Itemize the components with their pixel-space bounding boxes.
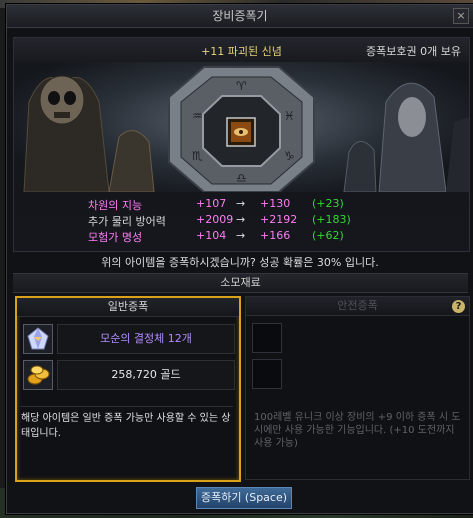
safe-amplify-description: 100레벨 유니크 이상 장비의 +9 이하 증폭 시 도 시에만 사용 가능한… xyxy=(254,412,461,449)
stat-row: 모험가 명성 +104 → +166 (+62) xyxy=(14,229,469,245)
gold-coins-icon xyxy=(23,360,53,390)
stat-diff: (+62) xyxy=(312,229,344,242)
amplify-button[interactable]: 증폭하기 (Space) xyxy=(196,487,292,509)
arrow-right-icon: → xyxy=(236,197,246,210)
stat-diff: (+23) xyxy=(312,197,344,210)
material-crystal-text: 모순의 결정체 12개 xyxy=(57,324,235,354)
hooded-statue-icon xyxy=(343,82,469,192)
material-row: 모순의 결정체 12개 xyxy=(23,324,235,354)
window-title: 장비증폭기 xyxy=(212,9,268,23)
stat-label: 차원의 지능 xyxy=(88,199,143,212)
amplifier-art-svg: ♒ ♓ ♏ ♑ ♈ ♎ xyxy=(23,66,469,192)
svg-text:♓: ♓ xyxy=(284,109,295,123)
arrow-right-icon: → xyxy=(236,229,246,242)
item-slot-icon[interactable] xyxy=(226,117,256,147)
stat-current: +104 xyxy=(196,229,227,242)
svg-text:♎: ♎ xyxy=(236,171,247,185)
help-icon[interactable]: ? xyxy=(452,300,465,313)
item-preview-panel: +11 파괴된 신념 증폭보호권 0개 보유 ♒ ♓ ♏ ♑ ♈ ♎ 차원의 지… xyxy=(13,37,470,252)
stat-new: +166 xyxy=(260,229,291,242)
protection-ticket-count: 증폭보호권 0개 보유 xyxy=(366,45,461,58)
material-row: 258,720 골드 xyxy=(23,360,235,390)
material-gold-text: 258,720 골드 xyxy=(57,360,235,390)
window-titlebar[interactable]: 장비증폭기 × xyxy=(7,5,473,28)
confirm-question: 위의 아이템을 증폭하시겠습니까? 성공 확률은 30% 입니다. xyxy=(101,256,379,269)
stat-current: +2009 xyxy=(196,213,234,226)
stat-label: 추가 물리 방어력 xyxy=(88,215,166,228)
svg-text:♏: ♏ xyxy=(192,149,203,163)
stat-row: 추가 물리 방어력 +2009 → +2192 (+183) xyxy=(14,213,469,229)
svg-text:♒: ♒ xyxy=(192,109,203,123)
skull-statue-icon xyxy=(23,75,155,192)
svg-text:♑: ♑ xyxy=(284,149,295,163)
safe-amplify-option[interactable]: 안전증폭 ? 100레벨 유니크 이상 장비의 +9 이하 증폭 시 도 시에만… xyxy=(245,296,470,480)
amplifier-artwork: ♒ ♓ ♏ ♑ ♈ ♎ xyxy=(14,62,469,192)
stat-label: 모험가 명성 xyxy=(88,231,143,244)
item-header: +11 파괴된 신념 증폭보호권 0개 보유 xyxy=(14,38,469,63)
empty-material-slot xyxy=(252,323,282,353)
stat-row: 차원의 지능 +107 → +130 (+23) xyxy=(14,197,469,213)
svg-text:♈: ♈ xyxy=(236,79,247,93)
normal-amplify-option[interactable]: 일반증폭 모순의 결정체 12개 258,720 골드 해당 아이템은 일반 증… xyxy=(15,296,241,482)
safe-amplify-title: 안전증폭 xyxy=(246,297,469,316)
materials-header: 소모재료 xyxy=(13,273,468,293)
normal-amplify-description: 해당 아이템은 일반 증폭 가능만 사용할 수 있는 상태입니다. xyxy=(21,406,233,479)
crystal-icon xyxy=(23,324,53,354)
stat-current: +107 xyxy=(196,197,227,210)
stat-new: +2192 xyxy=(260,213,298,226)
normal-amplify-title: 일반증폭 xyxy=(17,298,239,317)
stat-diff: (+183) xyxy=(312,213,351,226)
empty-material-slot xyxy=(252,359,282,389)
stat-change-list: 차원의 지능 +107 → +130 (+23) 추가 물리 방어력 +2009… xyxy=(14,192,469,250)
stat-new: +130 xyxy=(260,197,291,210)
amplifier-window: 장비증폭기 × +11 파괴된 신념 증폭보호권 0개 보유 ♒ ♓ ♏ ♑ ♈… xyxy=(6,4,473,514)
close-button[interactable]: × xyxy=(453,8,469,24)
arrow-right-icon: → xyxy=(236,213,246,226)
